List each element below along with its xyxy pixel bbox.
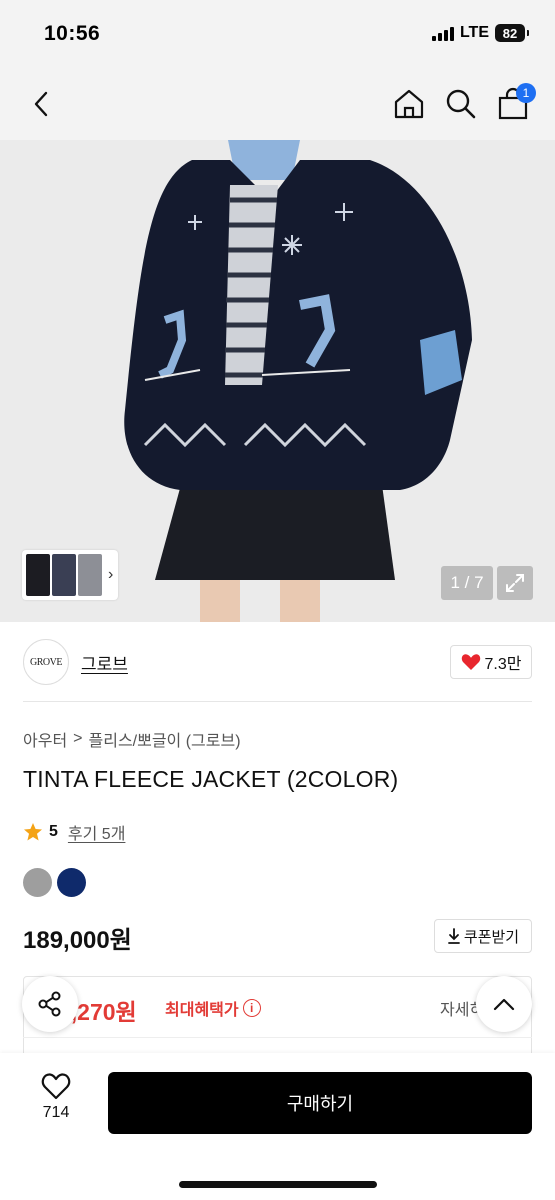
coupon-label: 쿠폰받기	[463, 928, 520, 946]
home-icon	[394, 89, 424, 119]
status-indicators: LTE 82	[431, 24, 529, 42]
max-benefit-text: 최대혜택가	[165, 1002, 239, 1019]
star-icon	[24, 823, 42, 841]
home-button[interactable]	[392, 87, 426, 121]
chevron-up-icon	[493, 998, 515, 1011]
thumbnail-strip[interactable]: ›	[22, 550, 118, 600]
review-count-link[interactable]: 후기 5개	[68, 820, 126, 844]
breadcrumb-category[interactable]: 아우터	[23, 727, 67, 751]
product-price: 189,000원	[23, 927, 132, 954]
brand-logo[interactable]: GROVE	[23, 639, 69, 685]
signal-icon	[431, 25, 454, 41]
share-button[interactable]	[22, 976, 78, 1032]
download-icon	[447, 928, 460, 944]
share-icon	[38, 991, 61, 1017]
brand-like-button[interactable]: 7.3만	[450, 645, 532, 679]
status-time: 10:56	[44, 22, 101, 45]
top-nav: 1	[0, 70, 555, 140]
battery-icon: 82	[495, 24, 529, 42]
scroll-top-button[interactable]	[476, 976, 532, 1032]
product-title: TINTA FLEECE JACKET (2COLOR)	[23, 766, 399, 792]
search-icon	[446, 89, 476, 119]
wishlist-button[interactable]: 714	[28, 1072, 84, 1134]
back-button[interactable]	[26, 88, 58, 120]
divider	[23, 701, 532, 702]
buy-button[interactable]: 구매하기	[108, 1072, 532, 1134]
coupon-button[interactable]: 쿠폰받기	[434, 919, 532, 953]
breadcrumb-separator: >	[73, 730, 83, 747]
thumbnail-image[interactable]	[78, 554, 102, 596]
heart-outline-icon	[41, 1073, 71, 1100]
rating-row: 5 후기 5개	[23, 820, 125, 844]
brand-like-count: 7.3만	[484, 656, 522, 673]
divider	[23, 1037, 532, 1038]
rating-score: 5	[49, 823, 58, 840]
max-benefit-label[interactable]: 최대혜택가 i	[165, 996, 261, 1020]
color-option-gray[interactable]	[23, 868, 52, 897]
cart-count-badge: 1	[516, 83, 536, 103]
breadcrumb: 아우터 > 플리스/뽀글이 (그로브)	[23, 727, 241, 751]
breadcrumb-subcategory[interactable]: 플리스/뽀글이 (그로브)	[89, 727, 241, 751]
product-image[interactable]: › 1 / 7	[0, 140, 555, 622]
info-icon[interactable]: i	[242, 999, 261, 1017]
chevron-right-icon: ›	[108, 566, 114, 583]
network-label: LTE	[459, 24, 489, 41]
page-indicator: 1 / 7	[441, 566, 493, 600]
thumbnail-image[interactable]	[52, 554, 76, 596]
wishlist-count: 714	[42, 1104, 70, 1121]
home-indicator	[179, 1181, 377, 1188]
expand-icon	[506, 574, 524, 592]
color-option-navy[interactable]	[57, 868, 86, 897]
status-bar: 10:56 LTE 82	[0, 0, 555, 70]
chevron-left-icon	[34, 91, 48, 117]
heart-icon	[461, 654, 480, 670]
brand-name-link[interactable]: 그로브	[81, 650, 128, 675]
thumbnail-image[interactable]	[26, 554, 50, 596]
search-button[interactable]	[444, 87, 478, 121]
expand-button[interactable]	[497, 566, 533, 600]
cart-button[interactable]: 1	[496, 83, 536, 121]
